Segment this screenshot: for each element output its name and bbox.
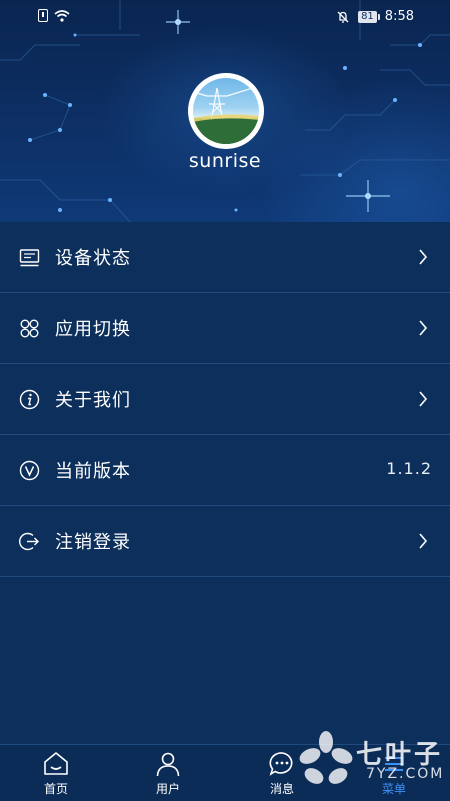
nav-tab-user[interactable]: 用户 [112,745,224,801]
message-icon [269,752,293,776]
info-icon [19,389,40,410]
avatar[interactable] [188,73,264,149]
home-icon [44,752,68,775]
nav-label: 消息 [269,782,294,796]
menu-item-device-status[interactable]: 设备状态 [0,222,450,293]
power-tower-icon [193,85,259,144]
profile-header: 81 8:58 sunrise [0,0,450,222]
wifi-icon [54,9,70,22]
status-bar: 81 8:58 [0,0,450,34]
settings-menu: 设备状态 应用切换 关于我们 当前版本 1.1.2 注销登录 [0,222,450,577]
menu-icon [385,757,403,771]
mute-icon [337,11,349,23]
menu-item-logout[interactable]: 注销登录 [0,506,450,577]
bottom-nav: 首页 用户 消息 菜单 [0,744,450,801]
sim-icon [38,9,48,22]
menu-item-label: 设备状态 [55,248,131,269]
apps-icon [20,319,39,338]
chevron-right-icon [419,320,428,336]
version-number: 1.1.2 [386,459,432,478]
menu-item-current-version: 当前版本 1.1.2 [0,435,450,506]
menu-item-label: 当前版本 [55,461,131,482]
nav-label: 菜单 [381,782,406,796]
nav-tab-menu[interactable]: 菜单 [338,745,450,801]
clock: 8:58 [384,9,414,24]
chevron-right-icon [419,391,428,407]
chevron-right-icon [419,249,428,265]
username: sunrise [188,150,262,172]
logout-icon [19,532,39,551]
menu-item-label: 注销登录 [55,532,131,553]
menu-item-label: 应用切换 [55,319,131,340]
menu-item-label: 关于我们 [55,390,131,411]
nav-tab-home[interactable]: 首页 [0,745,112,801]
battery-indicator: 81 [358,10,380,23]
nav-tab-messages[interactable]: 消息 [226,745,338,801]
menu-item-about-us[interactable]: 关于我们 [0,364,450,435]
nav-label: 用户 [155,782,180,796]
version-icon [19,460,40,481]
nav-label: 首页 [43,782,68,796]
avatar-image [193,78,259,144]
menu-item-app-switch[interactable]: 应用切换 [0,293,450,364]
user-icon [156,752,180,777]
chevron-right-icon [419,533,428,549]
monitor-icon [19,249,40,267]
